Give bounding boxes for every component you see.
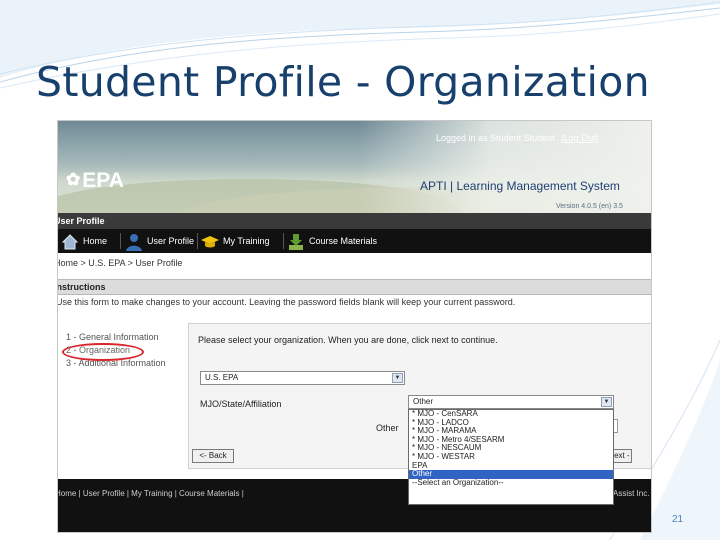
mjo-select-value: Other [413,397,434,406]
graduation-cap-icon [201,235,219,248]
home-icon [61,233,79,250]
nav-item-user-profile[interactable]: User Profile [124,229,194,253]
breadcrumb: Home > U.S. EPA > User Profile [57,258,183,268]
epa-logo: ✿EPA [66,169,124,193]
chevron-down-icon: ▼ [392,373,403,383]
footer-credit: Assist Inc. [613,489,650,498]
agency-select[interactable]: U.S. EPA ▼ [200,371,405,385]
nav-item-my-training[interactable]: My Training [200,229,270,253]
nav-label-home: Home [83,236,108,246]
epa-logo-text: EPA [82,169,124,192]
nav-item-course-materials[interactable]: Course Materials [286,229,377,253]
nav-label-user-profile: User Profile [147,236,195,246]
page-number: 21 [672,514,684,525]
logged-in-status: Logged in as Student Student [Log Out] [436,133,598,143]
agency-select-value: U.S. EPA [205,373,239,382]
chevron-down-icon: ▼ [601,397,612,407]
nav-item-home[interactable]: Home [60,229,107,253]
nav-label-my-training: My Training [223,236,270,246]
mjo-dropdown-list: * MJO - CenSARA * MJO - LADCO * MJO - MA… [408,409,614,505]
section-title: User Profile [57,216,105,226]
dropdown-option[interactable]: * MJO - WESTAR [409,452,613,462]
dropdown-option[interactable]: EPA [409,461,613,471]
epa-flower-icon: ✿ [66,170,81,189]
user-icon [126,233,142,251]
footer-links[interactable]: Home | User Profile | My Training | Cour… [58,489,244,498]
header-banner: Logged in as Student Student [Log Out] ✿… [58,121,651,213]
version-text: Version 4.0.5 (en) 3.5 [556,203,623,210]
logged-in-text: Logged in as Student Student [436,133,555,143]
system-title: APTI | Learning Management System [420,179,620,193]
instruction-text: Use this form to make changes to your ac… [57,297,516,307]
main-nav: Home User Profile My Training Course Mat… [58,229,651,253]
dropdown-option[interactable]: --Select an Organization-- [409,478,613,488]
section-bar: User Profile [57,213,651,229]
mjo-select[interactable]: Other ▼ [408,395,614,409]
lms-screenshot: Logged in as Student Student [Log Out] ✿… [57,120,652,533]
logout-link[interactable]: [Log Out] [561,133,598,143]
back-button[interactable]: <- Back [192,449,234,463]
instructions-bar: Instructions [57,279,651,295]
slide-title: Student Profile - Organization [36,58,650,106]
instructions-title: Instructions [57,282,106,292]
other-label: Other [376,423,399,433]
download-icon [289,233,303,250]
step-general-information[interactable]: 1 - General Information [66,331,166,344]
highlight-circle [62,343,144,361]
mjo-label: MJO/State/Affiliation [200,399,282,409]
form-prompt: Please select your organization. When yo… [198,335,498,345]
nav-label-course-materials: Course Materials [309,236,378,246]
